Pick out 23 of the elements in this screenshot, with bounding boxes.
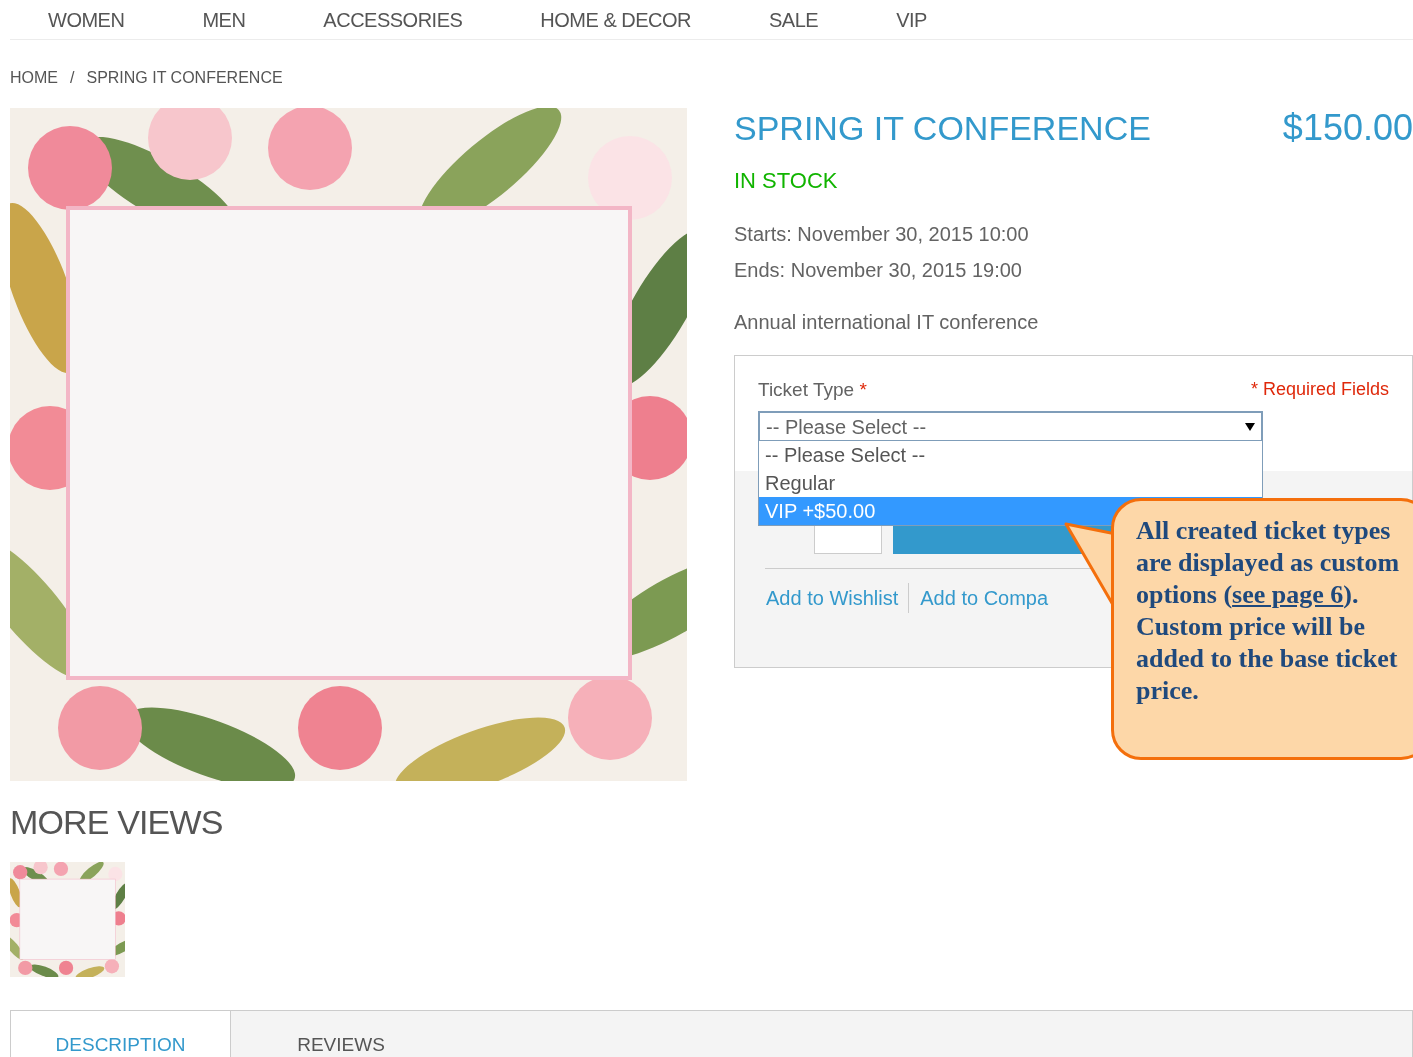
breadcrumb-separator: /	[70, 68, 75, 88]
product-description: Annual international IT conference	[734, 310, 1040, 335]
breadcrumb-link[interactable]: HOME	[10, 66, 58, 90]
section-heading: MORE VIEWS	[10, 802, 224, 843]
tab[interactable]: REVIEWS	[231, 1011, 451, 1057]
nav-link[interactable]: WOMEN	[48, 4, 125, 35]
select-field[interactable]: -- Please Select --	[758, 410, 1263, 443]
product-title: SPRING IT CONFERENCE	[734, 110, 1151, 146]
dropdown-option[interactable]: Regular	[759, 469, 1262, 497]
breadcrumb-current: SPRING IT CONFERENCE	[86, 68, 283, 88]
start-date: Starts: November 30, 2015 10:00	[734, 222, 1030, 247]
nav-link[interactable]: ACCESSORIES	[323, 4, 463, 35]
required-note: * Required Fields	[1250, 378, 1389, 401]
nav-link[interactable]: HOME & DECOR	[540, 4, 691, 35]
nav-link[interactable]: VIP	[896, 4, 927, 35]
nav-link[interactable]: SALE	[769, 4, 819, 35]
end-date: Ends: November 30, 2015 19:00	[734, 258, 1023, 283]
stock-status: IN STOCK	[734, 167, 839, 195]
product-price: $150.00	[1282, 110, 1413, 146]
caret-icon	[1245, 422, 1255, 431]
dropdown-option[interactable]: -- Please Select --	[759, 441, 1262, 469]
field-label: Ticket Type *	[758, 378, 867, 402]
nav-link[interactable]: MEN	[202, 4, 246, 35]
